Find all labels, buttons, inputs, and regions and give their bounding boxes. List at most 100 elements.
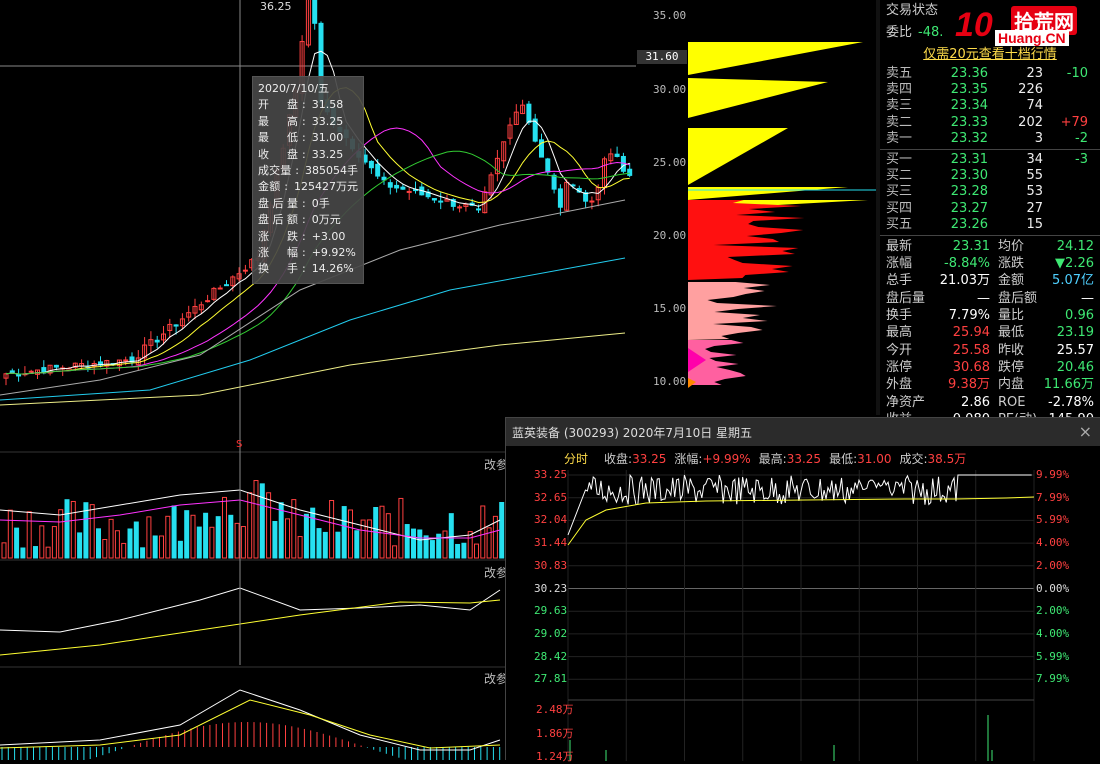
book-c (1043, 82, 1088, 98)
stat-v2: 25.57 (1056, 342, 1094, 358)
volume-bar (102, 538, 108, 559)
pct-tick: 5.99% (1036, 513, 1070, 527)
candle-body (224, 284, 229, 287)
tooltip-value: 33.25 (311, 147, 344, 161)
popup-info-bar: 分时 收盘:33.25 涨幅:+9.99% 最高:33.25 最低:31.00 成交:3… (506, 446, 1100, 470)
candle-body (526, 103, 532, 123)
volume-bar (297, 536, 303, 559)
book-l: 买三 (886, 184, 913, 200)
book-v: 15 (1026, 216, 1043, 232)
stat-v1: 23.31 (952, 238, 990, 254)
stat-v2: 23.19 (1056, 325, 1094, 341)
volume-bar (354, 530, 360, 559)
chip-distribution-panel (688, 0, 876, 415)
candle-body (614, 153, 620, 157)
book-row: 买一 23.31 34 -3 (880, 152, 1100, 168)
stat-v1: -8.84% (944, 256, 990, 272)
kline-chart[interactable]: S 36.25 2020/7/10/五 开盘:31.58 最高:33.25 最低:31… (0, 0, 636, 450)
stat-v1: 30.68 (952, 359, 990, 375)
book-p: 23.32 (950, 130, 988, 146)
volume-bar (127, 528, 133, 559)
pct-tick: 4.00% (1036, 536, 1070, 550)
tab-intraday[interactable]: 分时 (564, 450, 588, 467)
intraday-chart[interactable] (506, 470, 1100, 761)
close-icon[interactable]: × (1079, 422, 1092, 441)
stats-row: 涨幅 -8.84% 涨跌 ▼2.26 (880, 255, 1100, 272)
stats-row: 净资产 2.86 ROE -2.78% (880, 394, 1100, 411)
pct-tick: 7.99% (1036, 490, 1070, 504)
crosshair-price-tag: 31.60 (637, 50, 687, 64)
tooltip-value: 31.00 (311, 131, 344, 145)
pct-tick: 4.00% (1036, 626, 1070, 640)
tooltip-key: 收盘 (258, 147, 298, 161)
price-axis-tick: 15.00 (653, 302, 687, 315)
volume-bar (329, 500, 335, 559)
stat-v2: 24.12 (1056, 238, 1094, 254)
book-c (1043, 168, 1088, 184)
price-axis-tick: 35.00 (653, 9, 687, 22)
book-row: 买四 23.27 27 (880, 201, 1100, 217)
book-v: 3 (1034, 130, 1043, 146)
book-c (1043, 201, 1088, 217)
logo-number: 10 (955, 6, 993, 44)
candle-body (431, 198, 437, 201)
volume-bar (146, 516, 152, 559)
tooltip-row: 金额:125427万元 (258, 179, 358, 195)
indicator-panels[interactable] (0, 450, 505, 760)
stat-l1: 最新 (886, 238, 913, 254)
book-row: 买二 23.30 55 (880, 168, 1100, 184)
info-item: 成交:38.5万 (899, 451, 967, 466)
volume-bar (366, 519, 372, 559)
volume-bar (348, 509, 353, 559)
price-axis-tick: 10.00 (653, 375, 687, 388)
tooltip-value: 31.58 (311, 98, 344, 112)
book-l: 卖一 (886, 130, 913, 146)
volume-bar (33, 546, 38, 559)
candle-body (394, 184, 400, 189)
book-l: 卖五 (886, 66, 913, 81)
tooltip-key: 涨跌 (258, 229, 298, 243)
stat-v2: 11.66万 (1043, 377, 1094, 393)
book-row: 卖一 23.32 3 -2 (880, 131, 1100, 147)
volume-bar (121, 542, 127, 559)
logo-en: Huang.CN (995, 30, 1069, 46)
pct-tick: 7.99% (1036, 672, 1070, 686)
intraday-popup[interactable]: 蓝英装备 (300293) 2020年7月10日 星期五 × 分时 收盘:33.… (505, 417, 1100, 763)
bid-book: 买一 23.31 34 -3 买二 23.30 55 买三 23.28 53 买四 23.27 27 买五… (880, 152, 1100, 233)
candle-body (16, 374, 22, 377)
book-l: 卖二 (886, 114, 913, 130)
book-v: 23 (1026, 66, 1043, 81)
book-l: 买五 (886, 216, 913, 232)
stat-v2: 20.46 (1056, 359, 1094, 375)
candle-body (173, 324, 179, 327)
volume-bar (392, 545, 398, 559)
candle-body (205, 300, 211, 303)
stat-v1: 21.03万 (939, 273, 990, 289)
pct-tick: 2.00% (1036, 604, 1070, 618)
volume-bar (228, 514, 234, 559)
volume-bar (70, 500, 76, 559)
sell-marker: S (236, 439, 242, 450)
price-axis-tick: 20.00 (653, 229, 687, 242)
candle-body (242, 269, 248, 272)
tooltip-value: 33.25 (311, 114, 344, 128)
popup-titlebar: 蓝英装备 (300293) 2020年7月10日 星期五 × (506, 418, 1100, 446)
book-row: 卖四 23.35 226 (880, 82, 1100, 98)
volume-bar (190, 514, 196, 559)
volume-bar (448, 513, 454, 559)
tooltip-row: 开盘:31.58 (258, 97, 358, 113)
price-tick: 29.63 (534, 604, 568, 618)
ind2-signal (0, 599, 501, 656)
book-p: 23.35 (950, 82, 988, 98)
volume-bar (379, 505, 385, 559)
tooltip-value: +3.00 (311, 229, 346, 243)
stats-row: 总手 21.03万 金额 5.07亿 (880, 272, 1100, 289)
book-l: 买一 (886, 151, 913, 167)
tooltip-key: 盘后额 (258, 213, 298, 227)
price-line (567, 473, 1032, 536)
stat-v1: 2.86 (961, 394, 990, 410)
ask-book: 卖五 23.36 23 -10 卖四 23.35 226 卖三 23.34 74 卖二 23.33 20… (880, 66, 1100, 147)
stat-l2: 跌停 (998, 359, 1025, 375)
stat-l2: 盘后额 (998, 290, 1038, 306)
stat-l2: 金额 (998, 273, 1025, 289)
